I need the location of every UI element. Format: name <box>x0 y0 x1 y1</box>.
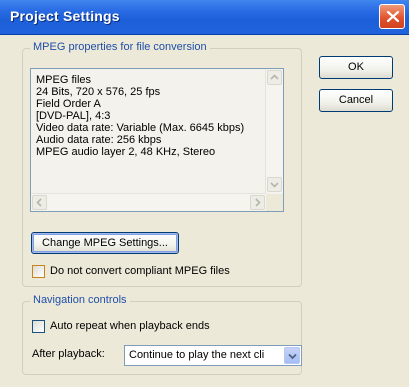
mpeg-properties-legend: MPEG properties for file conversion <box>30 41 210 53</box>
dialog-title: Project Settings <box>10 8 120 24</box>
do-not-convert-checkbox[interactable] <box>32 265 45 278</box>
cancel-button[interactable]: Cancel <box>319 89 393 112</box>
scroll-left-button[interactable] <box>32 195 47 210</box>
scrollbar-corner <box>266 194 283 211</box>
change-mpeg-settings-label: Change MPEG Settings... <box>42 233 168 253</box>
change-mpeg-settings-button[interactable]: Change MPEG Settings... <box>31 232 179 254</box>
navigation-controls-legend: Navigation controls <box>30 294 130 306</box>
mpeg-property-line: MPEG audio layer 2, 48 KHz, Stereo <box>36 146 216 158</box>
mpeg-property-line: Video data rate: Variable (Max. 6645 kbp… <box>36 122 245 134</box>
change-mpeg-settings-text: Change MPEG Settings... <box>42 237 168 249</box>
project-settings-dialog: Project Settings MPEG properties for fil… <box>0 0 409 387</box>
chevron-up-icon <box>270 74 279 80</box>
mpeg-property-line: [DVD-PAL], 4:3 <box>36 110 111 122</box>
vertical-scrollbar[interactable] <box>265 69 283 193</box>
cancel-button-label: Cancel <box>338 94 374 106</box>
chevron-down-icon <box>270 182 279 188</box>
horizontal-scrollbar[interactable] <box>31 193 266 211</box>
after-playback-dropdown[interactable]: Continue to play the next cli <box>124 345 302 366</box>
ok-button-label: OK <box>348 61 364 73</box>
scroll-down-button[interactable] <box>267 177 282 192</box>
after-playback-value: Continue to play the next cli <box>129 349 265 361</box>
mpeg-property-line: 24 Bits, 720 x 576, 25 fps <box>36 86 161 98</box>
mpeg-property-line: Audio data rate: 256 kbps <box>36 134 162 146</box>
mpeg-property-line: Field Order A <box>36 98 101 110</box>
chevron-left-icon <box>36 198 42 207</box>
ok-button[interactable]: OK <box>319 56 393 79</box>
auto-repeat-checkbox[interactable] <box>32 320 45 333</box>
mpeg-property-line: MPEG files <box>36 74 92 86</box>
title-bar[interactable]: Project Settings <box>0 0 409 35</box>
do-not-convert-label[interactable]: Do not convert compliant MPEG files <box>50 265 230 277</box>
scroll-right-button[interactable] <box>250 195 265 210</box>
mpeg-properties-lines: MPEG files 24 Bits, 720 x 576, 25 fps Fi… <box>36 74 261 158</box>
mpeg-properties-list[interactable]: MPEG files 24 Bits, 720 x 576, 25 fps Fi… <box>30 68 284 212</box>
chevron-right-icon <box>255 198 261 207</box>
close-icon <box>386 10 400 23</box>
after-playback-label: After playback: <box>32 348 105 360</box>
scroll-up-button[interactable] <box>267 70 282 85</box>
dropdown-button[interactable] <box>284 347 300 364</box>
close-button[interactable] <box>379 4 405 29</box>
auto-repeat-label[interactable]: Auto repeat when playback ends <box>50 320 210 332</box>
chevron-down-icon <box>288 353 297 360</box>
